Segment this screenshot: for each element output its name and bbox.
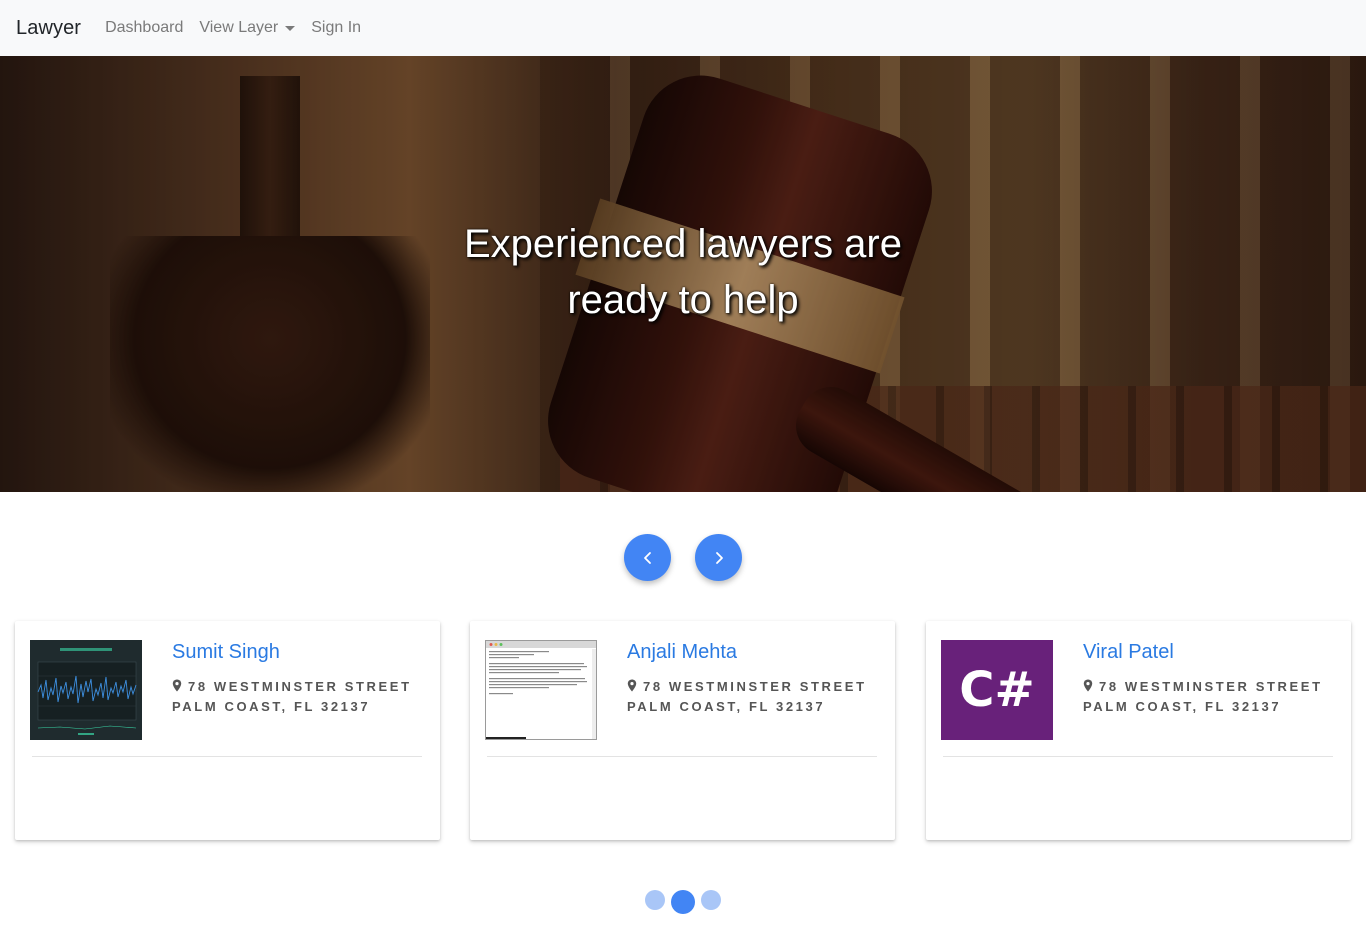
chevron-left-icon [643, 551, 651, 564]
lawyer-avatar-terminal[interactable] [485, 640, 597, 740]
csharp-logo-icon: C# [959, 662, 1035, 718]
lawyer-card[interactable]: Sumit Singh 78 Westminster Street Palm C… [15, 621, 440, 840]
brand-logo[interactable]: Lawyer [16, 17, 81, 40]
lawyer-avatar-csharp[interactable]: C# [941, 640, 1053, 740]
card-divider [943, 756, 1333, 757]
nav-link-dashboard[interactable]: Dashboard [105, 19, 183, 37]
lawyer-name-link[interactable]: Sumit Singh [172, 641, 280, 664]
card-divider [32, 756, 422, 757]
address-line-2: Palm Coast, FL 32137 [172, 699, 371, 714]
lawyer-name-link[interactable]: Viral Patel [1083, 641, 1174, 664]
nav-link-sign-in[interactable]: Sign In [311, 19, 361, 37]
map-pin-icon [627, 679, 637, 692]
navbar: Lawyer Dashboard View Layer Sign In [0, 0, 1366, 56]
hero-title-line-2: ready to help [567, 278, 799, 322]
carousel-dot-2-active[interactable] [671, 890, 695, 914]
nav-dropdown-view-layer-label: View Layer [199, 19, 279, 36]
lawyer-address: 78 Westminster Street Palm Coast, FL 321… [172, 677, 412, 717]
lawyer-name-link[interactable]: Anjali Mehta [627, 641, 737, 664]
carousel-prev-button[interactable] [624, 534, 671, 581]
lawyer-address: 78 Westminster Street Palm Coast, FL 321… [1083, 677, 1323, 717]
card-divider [487, 756, 877, 757]
map-pin-icon [172, 679, 182, 692]
lawyer-card[interactable]: Anjali Mehta 78 Westminster Street Palm … [470, 621, 895, 840]
address-line-1: 78 Westminster Street [1099, 679, 1323, 694]
address-line-2: Palm Coast, FL 32137 [627, 699, 826, 714]
hero-title-line-1: Experienced lawyers are [464, 222, 902, 266]
caret-down-icon [285, 26, 296, 31]
carousel-dot-3[interactable] [701, 890, 721, 910]
hero-title: Experienced lawyers are ready to help [383, 216, 983, 328]
nav-dropdown-view-layer[interactable]: View Layer [199, 19, 296, 37]
terminal-thumbnail-icon [486, 641, 596, 739]
lawyer-avatar-chart[interactable] [30, 640, 142, 740]
carousel-next-button[interactable] [695, 534, 742, 581]
address-line-1: 78 Westminster Street [188, 679, 412, 694]
lawyer-address: 78 Westminster Street Palm Coast, FL 321… [627, 677, 867, 717]
address-line-1: 78 Westminster Street [643, 679, 867, 694]
chevron-right-icon [715, 551, 723, 564]
carousel-dot-1[interactable] [645, 890, 665, 910]
chart-thumbnail-icon [30, 640, 142, 740]
hero-banner: Experienced lawyers are ready to help [0, 56, 1366, 492]
nav-link-sign-in-label: Sign In [311, 19, 362, 36]
map-pin-icon [1083, 679, 1093, 692]
address-line-2: Palm Coast, FL 32137 [1083, 699, 1282, 714]
lawyer-card[interactable]: C# Viral Patel 78 Westminster Street Pal… [926, 621, 1351, 840]
nav-link-dashboard-label: Dashboard [105, 19, 184, 36]
